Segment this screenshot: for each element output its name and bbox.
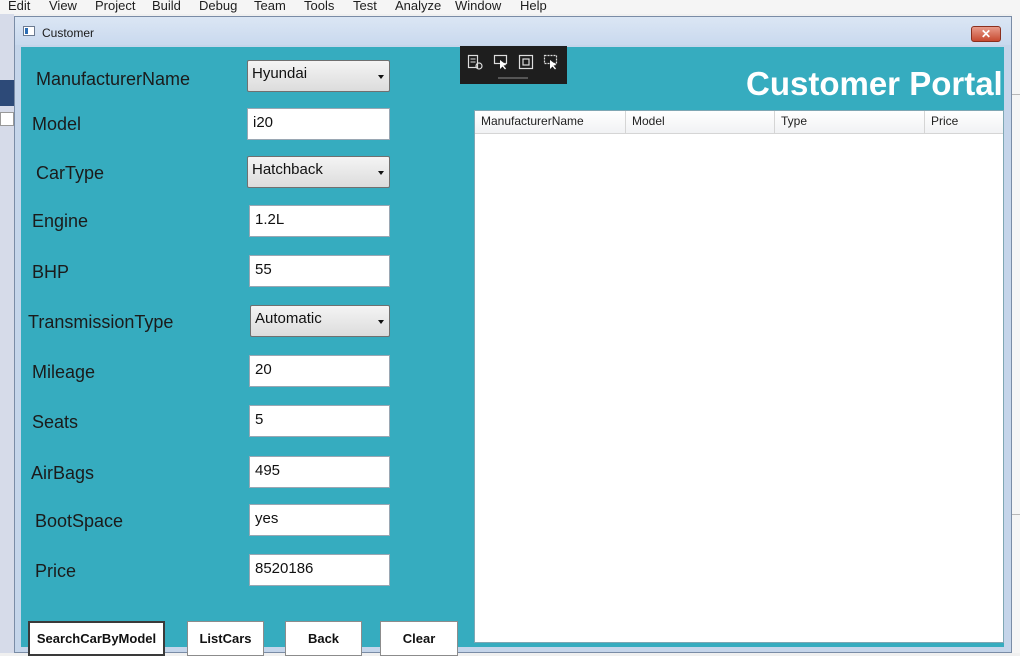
transmission-combobox[interactable]: Automatic <box>250 305 390 337</box>
column-header-model[interactable]: Model <box>626 111 775 133</box>
clear-button[interactable]: Clear <box>380 621 458 656</box>
ide-divider <box>1012 514 1020 515</box>
engine-input[interactable]: 1.2L <box>249 205 390 237</box>
boot-space-label: BootSpace <box>35 511 124 531</box>
price-label: Price <box>35 561 77 581</box>
track-focus-icon[interactable] <box>543 54 559 70</box>
column-header-price[interactable]: Price <box>925 111 1003 133</box>
column-header-type[interactable]: Type <box>775 111 925 133</box>
mileage-input[interactable]: 20 <box>249 355 390 387</box>
window-app-icon <box>23 26 35 36</box>
transmission-selected-value: Automatic <box>255 310 322 327</box>
bhp-input[interactable]: 55 <box>249 255 390 287</box>
car-type-combobox[interactable]: Hatchback <box>247 156 390 188</box>
customer-window: Customer ✕ Customer Portal ManufacturerN… <box>14 16 1012 656</box>
bhp-label: BHP <box>32 262 70 282</box>
back-button[interactable]: Back <box>285 621 362 656</box>
transmission-label: TransmissionType <box>28 312 174 332</box>
window-client-area: Customer Portal ManufacturerName Hyundai… <box>21 46 1004 656</box>
cars-data-grid[interactable]: ManufacturerName Model Type Price <box>474 110 1004 643</box>
menu-build[interactable]: Build <box>152 0 181 13</box>
menu-team[interactable]: Team <box>254 0 286 13</box>
menu-tools[interactable]: Tools <box>304 0 334 13</box>
ide-left-panel <box>0 14 14 653</box>
menu-project[interactable]: Project <box>95 0 135 13</box>
model-label: Model <box>32 114 82 134</box>
price-input[interactable]: 8520186 <box>249 554 390 586</box>
engine-label: Engine <box>32 211 89 231</box>
seats-input[interactable]: 5 <box>249 405 390 437</box>
ide-csharp-file-tab[interactable] <box>0 112 14 126</box>
seats-label: Seats <box>32 412 79 432</box>
grid-header-row: ManufacturerName Model Type Price <box>475 111 1003 134</box>
ide-menu-bar: Edit View Project Build Debug Team Tools… <box>0 0 1020 14</box>
menu-edit[interactable]: Edit <box>8 0 30 13</box>
manufacturer-label: ManufacturerName <box>36 69 191 89</box>
manufacturer-selected-value: Hyundai <box>252 65 308 82</box>
window-title: Customer <box>42 26 95 40</box>
menu-debug[interactable]: Debug <box>199 0 237 13</box>
display-layout-adorners-icon[interactable] <box>518 54 534 70</box>
xaml-debug-toolbar <box>460 46 567 84</box>
toolbar-grip[interactable] <box>498 77 528 79</box>
car-type-selected-value: Hatchback <box>252 161 323 178</box>
menu-view[interactable]: View <box>49 0 77 13</box>
model-input[interactable]: i20 <box>247 108 390 140</box>
airbags-input[interactable]: 495 <box>249 456 390 488</box>
manufacturer-combobox[interactable]: Hyundai <box>247 60 390 92</box>
chevron-down-icon <box>378 75 384 79</box>
airbags-label: AirBags <box>31 463 95 483</box>
menu-analyze[interactable]: Analyze <box>395 0 441 13</box>
search-car-by-model-button[interactable]: SearchCarByModel <box>28 621 165 656</box>
ide-document-tab[interactable] <box>0 80 14 106</box>
column-header-manufacturer[interactable]: ManufacturerName <box>475 111 626 133</box>
list-cars-button[interactable]: ListCars <box>187 621 264 656</box>
live-visual-tree-icon[interactable] <box>467 54 483 70</box>
car-type-label: CarType <box>36 163 105 183</box>
select-element-icon[interactable] <box>493 54 509 70</box>
menu-help[interactable]: Help <box>520 0 547 13</box>
boot-space-input[interactable]: yes <box>249 504 390 536</box>
menu-test[interactable]: Test <box>353 0 377 13</box>
ide-divider <box>1012 94 1020 95</box>
menu-window[interactable]: Window <box>455 0 501 13</box>
ide-right-panel <box>1012 14 1020 653</box>
close-button[interactable]: ✕ <box>971 26 1001 42</box>
mileage-label: Mileage <box>32 362 96 382</box>
chevron-down-icon <box>378 320 384 324</box>
chevron-down-icon <box>378 171 384 175</box>
page-title: Customer Portal <box>746 65 1003 102</box>
window-title-bar[interactable]: Customer ✕ <box>15 17 1011 45</box>
